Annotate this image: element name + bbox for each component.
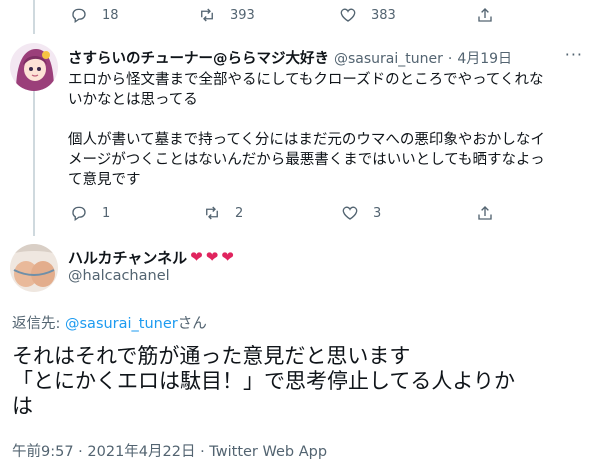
- like-count: 383: [371, 7, 396, 23]
- reply-author-name[interactable]: さすらいのチューナー@ららマジ大好き: [68, 47, 329, 68]
- retweet-icon: [198, 6, 216, 24]
- main-tweet-text: それはそれで筋が通った意見だと思います 「とにかくエロは駄目！」で思考停止してる…: [12, 344, 515, 418]
- like-button[interactable]: 3: [341, 202, 381, 224]
- reply-icon: [70, 6, 88, 24]
- heart-emoji: ❤: [221, 248, 234, 266]
- reply-mention-link[interactable]: @sasurai_tuner: [65, 316, 178, 332]
- like-icon: [339, 6, 357, 24]
- reply-to-prefix: 返信先:: [12, 316, 65, 332]
- reply-count: 1: [102, 205, 111, 221]
- like-icon: [341, 204, 359, 222]
- share-icon: [476, 204, 494, 222]
- retweet-count: 2: [235, 205, 244, 221]
- like-button[interactable]: 383: [339, 4, 396, 26]
- retweet-count: 393: [230, 7, 255, 23]
- reply-to-suffix: さん: [177, 316, 207, 332]
- main-author-handle[interactable]: @halcachanel: [68, 268, 170, 284]
- reply-tweet-date[interactable]: 4月19日: [457, 48, 512, 68]
- retweet-button[interactable]: 2: [203, 202, 243, 224]
- main-author-name[interactable]: ハルカチャンネル: [68, 247, 187, 268]
- reply-button[interactable]: 18: [70, 4, 119, 26]
- heart-emoji: ❤: [190, 248, 203, 266]
- header-separator: ·: [447, 51, 453, 67]
- retweet-button[interactable]: 393: [198, 4, 255, 26]
- reply-author-avatar[interactable]: [10, 43, 58, 91]
- reply-action-bar: 1 2 3: [0, 202, 597, 224]
- main-author-name-row: ハルカチャンネル ❤ ❤ ❤: [68, 247, 234, 268]
- main-author-avatar[interactable]: [10, 244, 58, 292]
- reply-tweet-header: さすらいのチューナー@ららマジ大好き @sasurai_tuner · 4月19…: [68, 47, 512, 68]
- reply-tweet-text: エロから怪文書まで全部やるにしてもクローズドのところでやってくれな いかなとは思…: [68, 72, 545, 188]
- share-button[interactable]: [476, 4, 494, 26]
- top-action-bar: 18 393 383: [0, 4, 597, 26]
- reply-count: 18: [102, 7, 119, 23]
- share-button[interactable]: [476, 202, 494, 224]
- heart-emoji: ❤: [205, 248, 219, 266]
- like-count: 3: [373, 205, 382, 221]
- more-options-button[interactable]: ···: [565, 45, 583, 64]
- reply-button[interactable]: 1: [70, 202, 110, 224]
- replying-to: 返信先: @sasurai_tunerさん: [12, 312, 207, 333]
- tweet-timestamp[interactable]: 午前9:57 · 2021年4月22日 · Twitter Web App: [12, 440, 327, 461]
- retweet-icon: [203, 204, 221, 222]
- reply-icon: [70, 204, 88, 222]
- reply-author-handle[interactable]: @sasurai_tuner: [334, 51, 443, 67]
- share-icon: [476, 6, 494, 24]
